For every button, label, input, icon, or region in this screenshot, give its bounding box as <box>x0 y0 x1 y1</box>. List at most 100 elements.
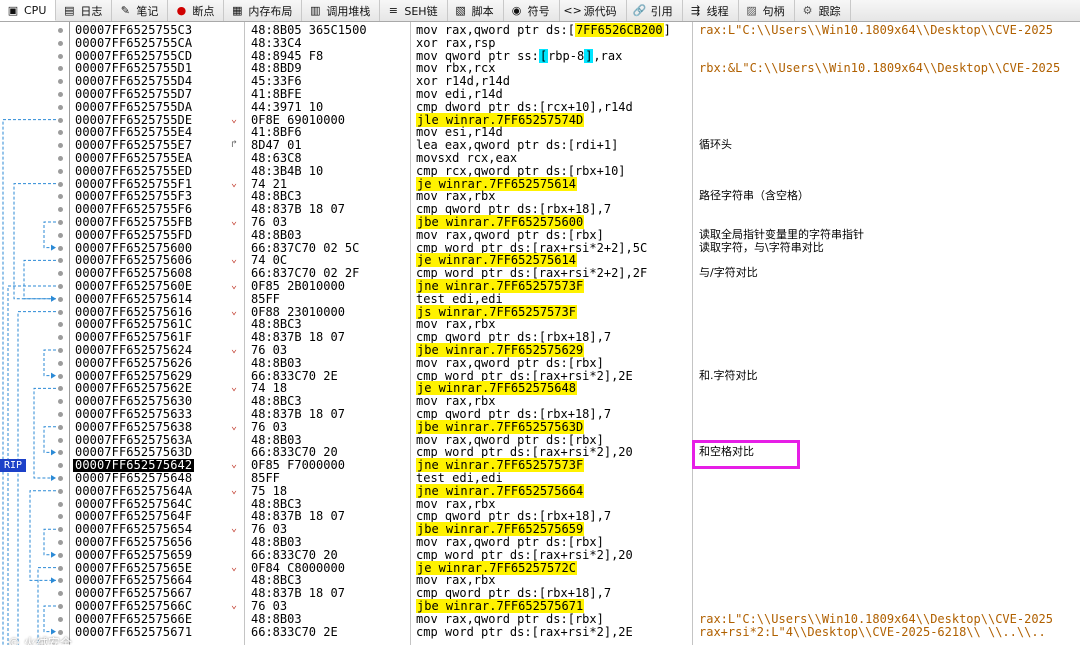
instruction-row[interactable]: 00007FF652575616 ⌄ 0F88 23010000 js winrar.… <box>70 304 1080 319</box>
comment[interactable]: rax:L"C:\\Users\\Win10.1809x64\\Desktop\… <box>699 24 1053 37</box>
tab-label: 符号 <box>527 4 550 18</box>
tab-memory-map[interactable]: ▦ 内存布局 <box>224 0 303 21</box>
breakpoint-dot[interactable] <box>58 309 63 315</box>
tab-references[interactable]: 🔗 引用 <box>627 0 683 21</box>
instruction-row[interactable]: 00007FF652575671 66:833C70 2E cmp word ptr… <box>70 624 1080 639</box>
instruction-row[interactable]: 00007FF652575642 ⌄ 0F85 F7000000 jne winrar… <box>70 458 1080 473</box>
opcode-bytes: 76 03 <box>251 343 288 357</box>
instruction-row[interactable]: 00007FF6525755E7 ↱ 8D47 01 lea eax,qword pt… <box>70 138 1080 152</box>
instruction-row[interactable]: 00007FF6525755DA 44:3971 10 cmp dword ptr … <box>70 100 1080 114</box>
jump-line <box>33 387 56 479</box>
tab-call-stack[interactable]: ▥ 调用堆栈 <box>302 0 381 21</box>
breakpoint-dot[interactable] <box>58 373 63 379</box>
opcode-bytes: 75 18 <box>251 483 288 498</box>
opcode-bytes: 48:837B 18 07 <box>251 407 345 421</box>
breakpoint-dot[interactable] <box>58 284 63 289</box>
breakpoint-dot[interactable] <box>58 245 63 251</box>
breakpoint-dot[interactable] <box>58 220 63 225</box>
jump-down-arrow-icon: ⌄ <box>230 420 238 432</box>
disassembly: test edi,edi <box>416 292 503 306</box>
instruction-row[interactable]: 00007FF652575659 66:833C70 20 cmp word ptr… <box>70 548 1080 562</box>
opcode-bytes: 85FF <box>251 291 280 306</box>
comment[interactable]: 和.字符对比 <box>699 369 758 383</box>
trace-icon: ⚙ <box>802 4 813 17</box>
jump-down-arrow-icon: ⌄ <box>230 600 238 611</box>
address: 00007FF6525755FD <box>75 227 193 242</box>
instruction-row[interactable]: 00007FF652575648 85FF test edi,edi <box>70 472 1080 485</box>
instruction-row[interactable]: 00007FF652575614 85FF test edi,edi <box>70 291 1080 306</box>
breakpoint-dot[interactable] <box>58 437 63 443</box>
breakpoint-dot[interactable] <box>58 53 63 59</box>
instruction-row[interactable]: 00007FF65257564A ⌄ 75 18 jne winrar.7FF6525… <box>70 483 1080 498</box>
breakpoint-dot[interactable] <box>58 565 63 571</box>
tab-log[interactable]: ▤ 日志 <box>56 0 113 21</box>
breakpoint-dot[interactable] <box>58 616 63 622</box>
breakpoint-dot[interactable] <box>58 232 63 238</box>
breakpoint-dot[interactable] <box>58 28 63 33</box>
tab-seh-chain[interactable]: ≡ SEH链 <box>380 0 448 21</box>
tab-label: 断点 <box>192 4 215 18</box>
breakpoint-dot[interactable] <box>58 296 63 302</box>
breakpoint-dot[interactable] <box>58 181 63 187</box>
breakpoint-dot[interactable] <box>58 117 63 123</box>
log-icon: ▤ <box>64 4 75 17</box>
breakpoint-dot[interactable] <box>58 540 63 545</box>
breakpoint-dot[interactable] <box>58 476 63 481</box>
opcode-bytes: 48:8B03 <box>251 611 302 626</box>
tab-handles[interactable]: ▨ 句柄 <box>739 0 795 21</box>
disassembly-view[interactable]: RIP 00007FF6525755C3 48:8B05 365C1500 mov … <box>0 22 1080 645</box>
instruction-row[interactable]: 00007FF6525755DE ⌄ 0F8E 69010000 jle winrar… <box>70 112 1080 127</box>
jump-down-arrow-icon: ⌄ <box>230 280 238 291</box>
breakpoint-dot[interactable] <box>58 40 63 46</box>
breakpoint-dot[interactable] <box>58 424 63 430</box>
comment[interactable]: 路径字符串（含空格） <box>699 190 809 203</box>
breakpoint-dot[interactable] <box>58 488 63 494</box>
references-icon: 🔗 <box>632 4 647 17</box>
breakpoint-dot[interactable] <box>58 348 63 353</box>
instruction-row[interactable]: 00007FF652575633 48:837B 18 07 cmp qword p… <box>70 408 1080 421</box>
instruction-row[interactable]: 00007FF65257562E ⌄ 74 18 je winrar.7FF65257… <box>70 381 1080 396</box>
breakpoint-dot[interactable] <box>58 168 63 174</box>
breakpoint-dot[interactable] <box>58 360 63 366</box>
disassembly: cmp rcx,qword ptr ds:[rbx+10] <box>416 164 626 178</box>
instruction-row[interactable]: 00007FF6525755C3 48:8B05 365C1500 mov rax,… <box>70 23 1080 37</box>
tab-notes[interactable]: ✎ 笔记 <box>112 0 169 21</box>
breakpoint-dot[interactable] <box>58 104 63 110</box>
instruction-row[interactable]: 00007FF65257565E ⌄ 0F84 C8000000 je winrar.… <box>70 560 1080 575</box>
comment[interactable]: 读取字符，与\字符串对比 <box>699 241 824 255</box>
comment[interactable]: 循环头 <box>699 138 732 152</box>
instruction-row[interactable]: 00007FF6525755D4 45:33F6 xor r14d,r14d <box>70 75 1080 88</box>
tab-threads[interactable]: ⇶ 线程 <box>683 0 739 21</box>
breakpoint-dot[interactable] <box>58 156 63 161</box>
source-code-icon: <> <box>563 4 582 17</box>
tab-script[interactable]: ▧ 脚本 <box>448 0 504 21</box>
jump-line <box>13 183 56 300</box>
breakpoint-dot[interactable] <box>58 604 63 609</box>
instruction-row[interactable]: 00007FF65257560E ⌄ 0F85 2B010000 jne winrar… <box>70 279 1080 293</box>
jump-target-arrow-icon: ↱ <box>230 139 238 151</box>
tab-cpu[interactable]: ▣ CPU <box>0 0 57 21</box>
tab-breakpoint[interactable]: ● 断点 <box>168 0 225 21</box>
tab-symbols[interactable]: ◉ 符号 <box>504 0 560 21</box>
comment[interactable]: rax:L"C:\\Users\\Win10.1809x64\\Desktop\… <box>699 612 1053 626</box>
jump-down-arrow-icon: ⌄ <box>230 459 238 471</box>
annotation-highlight-box <box>692 440 800 469</box>
comment[interactable]: 读取全局指针变量里的字符串指针 <box>699 228 864 242</box>
comment[interactable]: rax+rsi*2:L"4\\Desktop\\CVE-2025-6218\\ … <box>699 625 1046 639</box>
comment[interactable]: rbx:&L"C:\\Users\\Win10.1809x64\\Desktop… <box>699 62 1060 75</box>
comment[interactable]: 与/字符对比 <box>699 266 758 280</box>
tab-label: 源代码 <box>583 4 617 18</box>
instruction-row[interactable]: 00007FF6525755F1 ⌄ 74 21 je winrar.7FF65257… <box>70 176 1080 191</box>
breakpoint-dot[interactable] <box>58 552 63 558</box>
tab-trace[interactable]: ⚙ 跟踪 <box>795 0 851 21</box>
jump-down-arrow-icon: ⌄ <box>230 523 238 535</box>
opcode-bytes: 48:8B03 <box>251 227 302 242</box>
breakpoint-dot[interactable] <box>58 412 63 417</box>
breakpoint-dot[interactable] <box>58 92 63 97</box>
breakpoint-dot[interactable] <box>58 501 63 507</box>
tab-source-code[interactable]: <> 源代码 <box>560 0 627 21</box>
jump-down-arrow-icon: ⌄ <box>230 561 238 573</box>
address: 00007FF652575671 <box>75 624 193 639</box>
instruction-row[interactable]: 00007FF6525755D1 48:8BD9 mov rbx,rcx rbx:&L… <box>70 62 1080 75</box>
instruction-row[interactable]: 00007FF6525755ED 48:3B4B 10 cmp rcx,qword … <box>70 164 1080 178</box>
